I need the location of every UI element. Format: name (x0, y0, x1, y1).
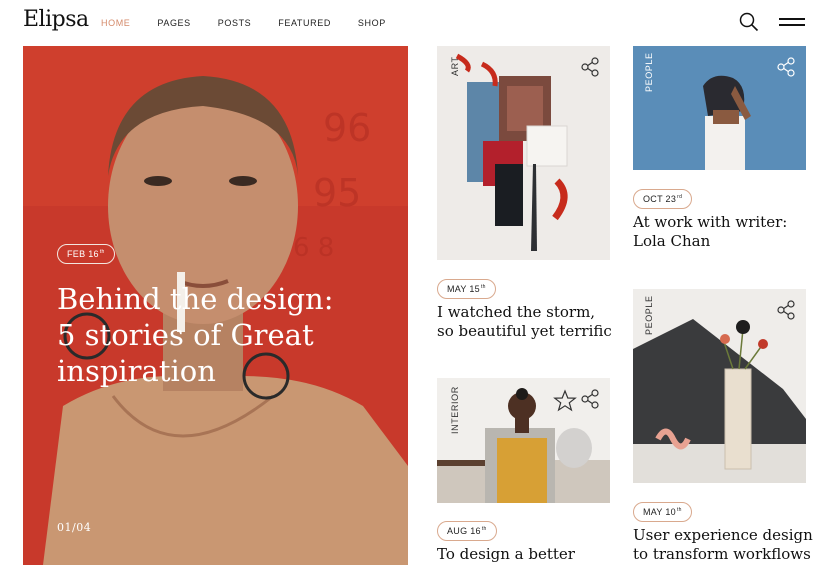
site-logo[interactable]: Elipsa (23, 7, 89, 32)
card-people-date-badge: OCT 23rd (633, 189, 693, 209)
card-interior-image[interactable]: INTERIOR (437, 378, 610, 503)
card-people-vase-category[interactable]: PEOPLE (644, 295, 654, 335)
main-nav: HOME PAGES POSTS FEATURED SHOP (101, 18, 413, 28)
star-icon[interactable] (553, 389, 577, 413)
nav-home[interactable]: HOME (101, 18, 130, 28)
nav-pages[interactable]: PAGES (157, 18, 190, 28)
share-icon[interactable] (776, 57, 796, 77)
card-art-date-badge: MAY 15th (437, 279, 496, 299)
hamburger-menu-icon[interactable] (779, 17, 805, 27)
card-art-image[interactable]: ART (437, 46, 610, 260)
hero-title[interactable]: Behind the design: 5 stories of Great in… (57, 281, 357, 389)
card-art-title[interactable]: I watched the storm, so beautiful yet te… (437, 303, 612, 341)
svg-text:96: 96 (323, 106, 371, 150)
share-icon[interactable] (580, 389, 600, 409)
card-people-title[interactable]: At work with writer: Lola Chan (633, 213, 808, 251)
card-interior-date-badge: AUG 16th (437, 521, 497, 541)
svg-text:95: 95 (313, 171, 361, 215)
nav-shop[interactable]: SHOP (358, 18, 386, 28)
share-icon[interactable] (580, 57, 600, 77)
card-people-vase-date-badge: MAY 10th (633, 502, 692, 522)
share-icon[interactable] (776, 300, 796, 320)
slide-counter: 01/04 (57, 521, 92, 534)
hero-date-badge: FEB 16th (57, 244, 115, 264)
card-art-category[interactable]: ART (450, 56, 460, 76)
search-icon[interactable] (739, 12, 759, 32)
card-people-vase-image[interactable]: PEOPLE (633, 289, 806, 483)
hero-slide[interactable]: 96 95 6 8 FEB 16th Behind the design: 5 … (23, 46, 408, 565)
card-people-category[interactable]: PEOPLE (644, 52, 654, 92)
card-interior-title[interactable]: To design a better (437, 545, 612, 564)
site-header: Elipsa HOME PAGES POSTS FEATURED SHOP (0, 0, 830, 46)
svg-text:6 8: 6 8 (293, 233, 334, 263)
card-interior-category[interactable]: INTERIOR (450, 386, 460, 434)
nav-posts[interactable]: POSTS (218, 18, 252, 28)
card-people-vase-title[interactable]: User experience design to transform work… (633, 526, 813, 564)
card-people-image[interactable]: PEOPLE (633, 46, 806, 170)
nav-featured[interactable]: FEATURED (278, 18, 331, 28)
